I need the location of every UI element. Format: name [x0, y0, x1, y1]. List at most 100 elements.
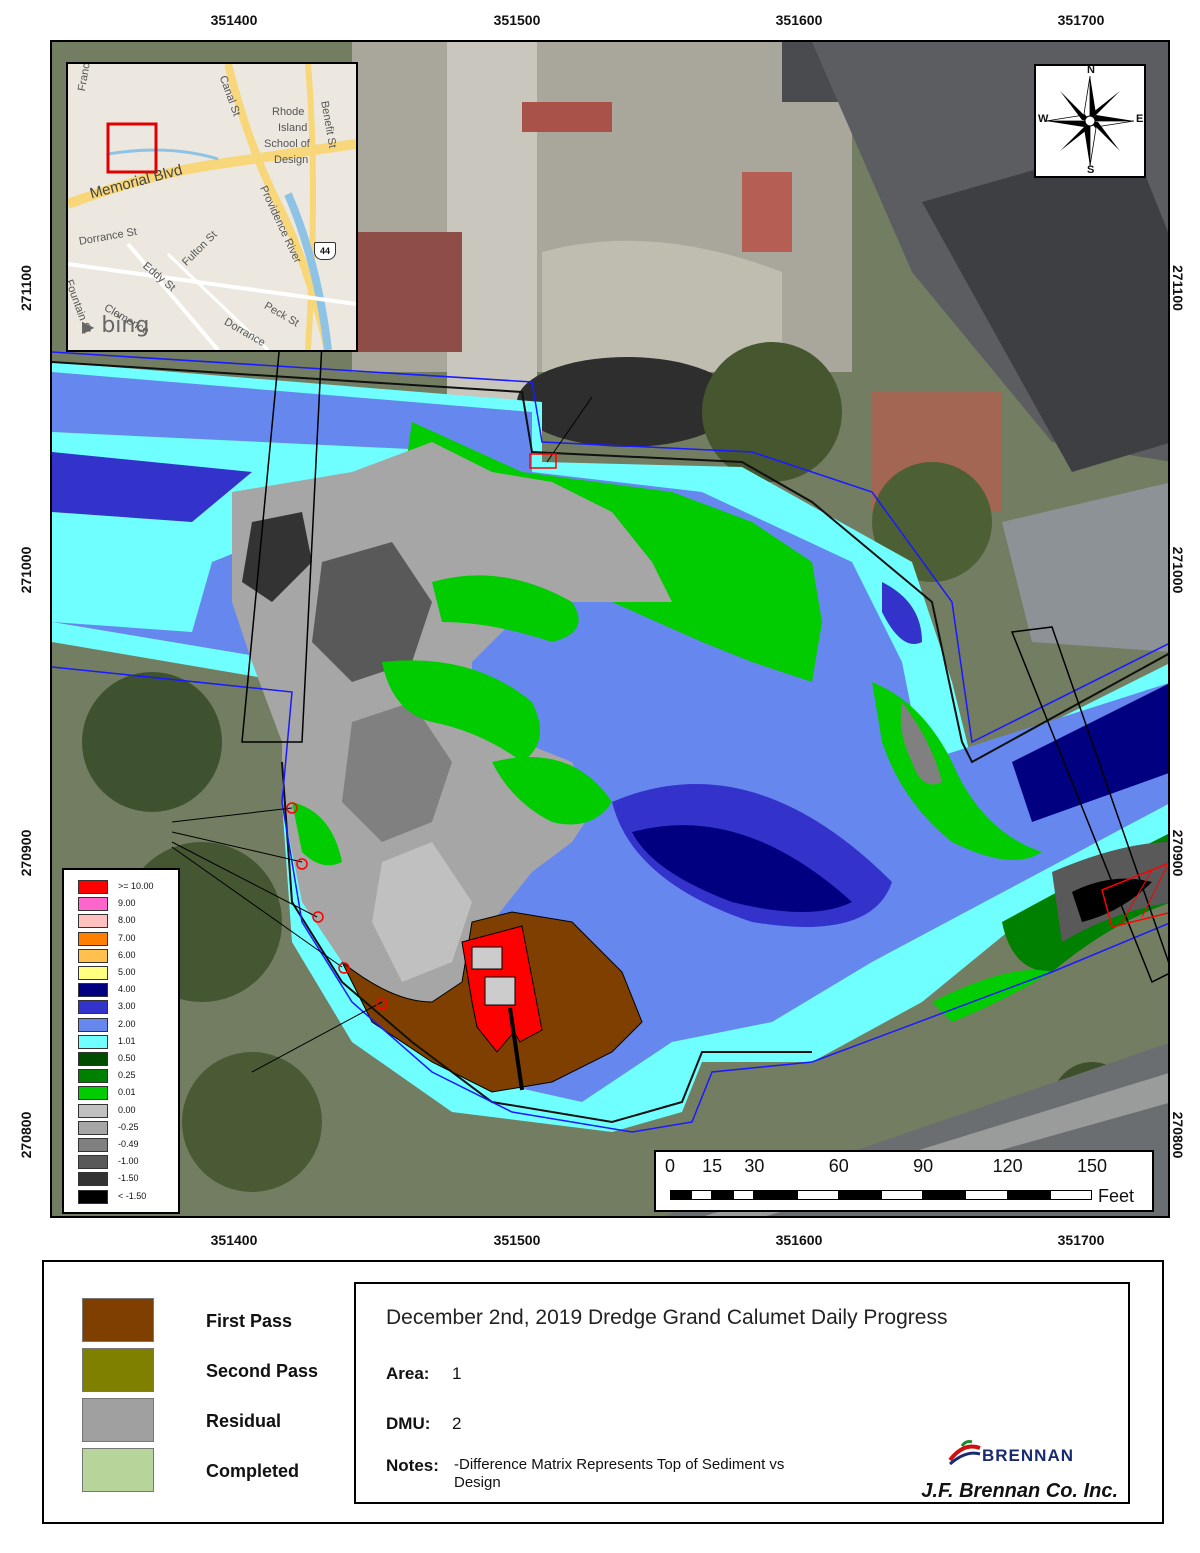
- depth-legend-row: >= 10.00: [78, 880, 178, 895]
- compass-rose-icon: [1045, 75, 1135, 167]
- easting-label-top: 351700: [1057, 12, 1105, 28]
- scale-tick-label: 60: [828, 1156, 849, 1176]
- depth-legend-swatch: [78, 1155, 108, 1170]
- depth-legend-swatch: [78, 1034, 108, 1049]
- scale-bar-segment: [670, 1190, 692, 1200]
- depth-legend-swatch: [78, 1172, 108, 1187]
- depth-legend-label: 7.00: [118, 932, 136, 943]
- depth-legend-row: 0.50: [78, 1052, 178, 1067]
- dmu-label: DMU:: [386, 1414, 431, 1433]
- dmu-value: 2: [452, 1414, 462, 1433]
- compass-north: N: [1087, 64, 1095, 76]
- depth-legend-row: 0.01: [78, 1086, 178, 1101]
- northing-label-right: 271100: [1170, 265, 1186, 311]
- depth-legend-swatch: [78, 1000, 108, 1015]
- depth-legend-label: 0.50: [118, 1053, 136, 1063]
- street-label: School of: [264, 138, 310, 150]
- depth-legend-row: -0.25: [78, 1120, 178, 1136]
- pass-legend-swatch: [82, 1348, 154, 1392]
- street-label: Island: [278, 122, 308, 134]
- easting-label-top: 351500: [493, 12, 541, 28]
- scale-bar-segment: [1049, 1190, 1092, 1200]
- area-value: 1: [452, 1364, 462, 1383]
- scale-bar-segment: [923, 1190, 966, 1200]
- depth-legend-label: >= 10.00: [118, 881, 154, 891]
- depth-legend-label: -0.25: [118, 1121, 139, 1132]
- depth-legend-row: < -1.50: [78, 1189, 178, 1205]
- depth-legend-row: 0.00: [78, 1103, 178, 1119]
- depth-legend-row: 6.00: [78, 948, 178, 964]
- depth-legend-label: 5.00: [118, 967, 136, 977]
- pass-legend-label: Completed: [206, 1461, 300, 1481]
- depth-legend-row: -1.00: [78, 1155, 178, 1170]
- scale-bar-segment: [691, 1190, 713, 1200]
- depth-legend-row: 2.00: [78, 1017, 178, 1033]
- depth-legend-swatch: [78, 1138, 108, 1152]
- scale-bar-segment: [754, 1190, 797, 1200]
- depth-legend-row: 5.00: [78, 966, 178, 981]
- pass-legend-item: Completed: [82, 1448, 342, 1492]
- scale-bar-segment: [965, 1190, 1008, 1200]
- depth-legend-label: -0.49: [118, 1139, 139, 1149]
- depth-legend-label: 0.00: [118, 1104, 136, 1115]
- depth-legend-swatch: [78, 1189, 108, 1204]
- depth-legend-label: -1.50: [118, 1173, 139, 1184]
- depth-legend-swatch: [78, 983, 108, 998]
- easting-label-bottom: 351400: [210, 1232, 258, 1248]
- scale-bar-segment: [712, 1190, 734, 1200]
- inset-locator-map: Francis St Canal St Rhode Island School …: [66, 62, 358, 352]
- scale-tick-label: 15: [702, 1156, 723, 1176]
- northing-label-right: 270900: [1170, 829, 1186, 877]
- depth-legend-label: 9.00: [118, 898, 136, 909]
- scale-bar-segment: [838, 1190, 881, 1200]
- easting-label-bottom: 351700: [1057, 1232, 1105, 1248]
- street-label: Design: [274, 154, 309, 166]
- north-arrow: N S W E: [1034, 64, 1146, 178]
- depth-legend-label: 3.00: [118, 1001, 136, 1012]
- pass-legend-label: First Pass: [206, 1311, 293, 1331]
- northing-label-right: 270800: [1170, 1111, 1186, 1159]
- scale-bar-segment: [733, 1190, 755, 1200]
- scale-tick-label: 0: [664, 1156, 676, 1176]
- easting-label-bottom: 351600: [775, 1232, 823, 1248]
- scale-tick-label: 150: [1076, 1156, 1108, 1176]
- street-label: Rhode: [272, 106, 305, 118]
- depth-legend-row: -1.50: [78, 1172, 178, 1187]
- compass-west: W: [1038, 113, 1049, 125]
- notes-value: -Difference Matrix Represents Top of Sed…: [454, 1456, 785, 1491]
- northing-label-left: 270800: [18, 1111, 34, 1159]
- pass-legend-item: Second Pass: [82, 1348, 342, 1392]
- easting-label-bottom: 351500: [493, 1232, 541, 1248]
- scale-bar: Feet 0 15 30 60 90 120 150: [654, 1150, 1154, 1212]
- depth-legend-label: < -1.50: [118, 1190, 147, 1201]
- depth-legend-label: 6.00: [118, 949, 136, 960]
- depth-legend-label: 0.25: [118, 1070, 136, 1081]
- depth-legend-swatch: [78, 914, 108, 929]
- depth-legend-swatch: [78, 931, 108, 946]
- pass-legend-label: Residual: [206, 1411, 282, 1431]
- title-block: December 2nd, 2019 Dredge Grand Calumet …: [354, 1282, 1130, 1504]
- brennan-logo: BRENNAN: [948, 1438, 1098, 1468]
- depth-legend-swatch: [78, 948, 108, 963]
- notes-label: Notes:: [386, 1456, 439, 1475]
- depth-legend-swatch: [78, 1103, 108, 1118]
- bing-logo: ▶ bing: [82, 313, 150, 338]
- pass-legend-item: Residual: [82, 1398, 342, 1442]
- scale-bar-segment: [796, 1190, 839, 1200]
- depth-legend-row: 8.00: [78, 914, 178, 929]
- scale-tick-label: 30: [744, 1156, 765, 1176]
- easting-label-top: 351400: [210, 12, 258, 28]
- company-name: J.F. Brennan Co. Inc.: [921, 1480, 1118, 1502]
- depth-legend-row: 3.00: [78, 1000, 178, 1015]
- depth-legend-swatch: [78, 966, 108, 980]
- depth-legend: >= 10.00 9.00 8.00 7.00 6.00 5.00 4.00 3.00 2.00…: [62, 868, 180, 1214]
- depth-legend-swatch: [78, 897, 108, 912]
- northing-label-left: 271100: [18, 265, 34, 311]
- northing-label-left: 270900: [18, 829, 34, 877]
- depth-legend-label: 1.01: [118, 1035, 136, 1046]
- compass-south: S: [1087, 164, 1095, 176]
- depth-legend-row: 9.00: [78, 897, 178, 912]
- brennan-logo-text: BRENNAN: [982, 1446, 1074, 1465]
- compass-east: E: [1136, 113, 1144, 125]
- depth-legend-label: 0.01: [118, 1087, 136, 1098]
